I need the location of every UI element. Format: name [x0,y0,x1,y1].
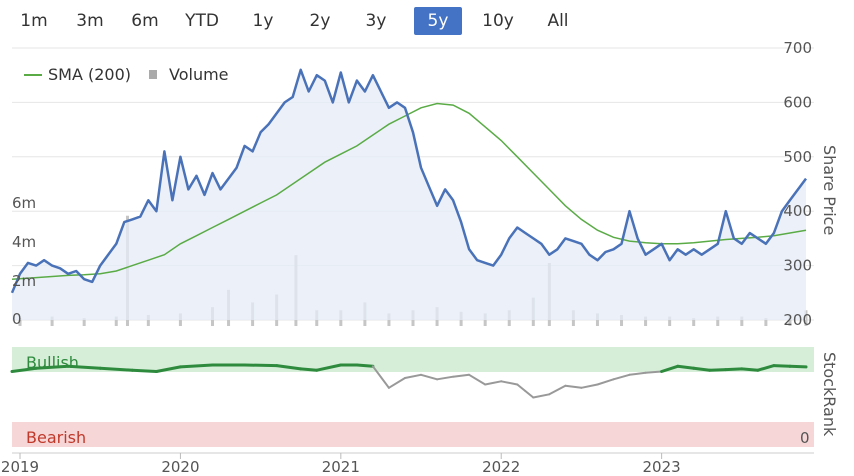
stockrank-segment [724,367,744,372]
price-area-fill [12,69,806,320]
stockrank-segment [564,384,583,389]
stockrank-segment [484,380,503,386]
price-tick-label: 300 [783,257,812,275]
stockrank-segment [404,373,422,379]
stockrank-segment [692,366,712,372]
stockrank-segment [740,367,760,372]
price-tick-label: 600 [783,93,812,111]
volume-tick-label: 0 [12,310,22,328]
stockrank-segment [596,378,615,386]
stockrank-segment [500,380,519,386]
x-axis-ticks: 2019 2020 2021 2022 2023 [1,453,681,476]
stockrank-axis-title: StockRank [820,352,839,437]
share-price-chart: SMA (200) Volume 700 600 500 400 300 200 6m 4m… [1,39,839,476]
stockrank-segment [420,373,439,381]
stockrank-segment [644,370,663,374]
stockrank-segment [548,384,567,396]
stockrank-segment [524,390,535,399]
bearish-band [12,422,814,447]
legend: SMA (200) Volume [24,65,229,84]
stockrank-segment [299,367,319,372]
stockrank-segment [436,375,455,381]
x-tick-label: 2022 [482,458,520,476]
price-tick-label: 500 [783,148,812,166]
price-tick-label: 200 [783,311,812,329]
price-axis-title: Share Price [820,145,839,235]
x-tick-label: 2023 [643,458,681,476]
stockrank-segment [66,364,102,370]
stockrank-zero-tick: 0 [800,429,810,447]
x-tick-label: 2020 [161,458,199,476]
x-tick-label: 2019 [1,458,39,476]
stockrank-segment [243,363,279,368]
x-tick-label: 2021 [322,458,360,476]
stockrank-segment [178,363,214,369]
price-area [12,69,806,320]
stockrank-segment [628,371,647,376]
stockrank-segment [612,373,631,381]
stockrank-segment [130,368,158,373]
volume-tick-label: 2m [12,272,36,290]
stockrank-segment [676,364,696,370]
stockrank-segment [468,373,487,386]
stockrank-segment [98,366,134,372]
stockrank-segment [452,373,471,378]
stockrank-segment [516,383,527,392]
stockrank-segment [708,368,728,372]
volume-legend-swatch [149,70,157,79]
bearish-label: Bearish [26,428,86,447]
stockrank-segment [580,383,599,389]
volume-tick-label: 4m [12,233,36,251]
stockrank-segment [387,377,406,389]
volume-legend-label: Volume [169,65,229,84]
price-tick-label: 700 [783,39,812,57]
stockrank-segment [788,364,808,369]
stockrank-segment [532,393,551,399]
stockrank-segment [34,364,70,370]
volume-tick-label: 6m [12,194,36,212]
price-tick-label: 400 [783,202,812,220]
stockrank-segment [355,363,375,368]
sma-legend-label: SMA (200) [48,65,131,84]
stockrank-segment [772,364,792,368]
